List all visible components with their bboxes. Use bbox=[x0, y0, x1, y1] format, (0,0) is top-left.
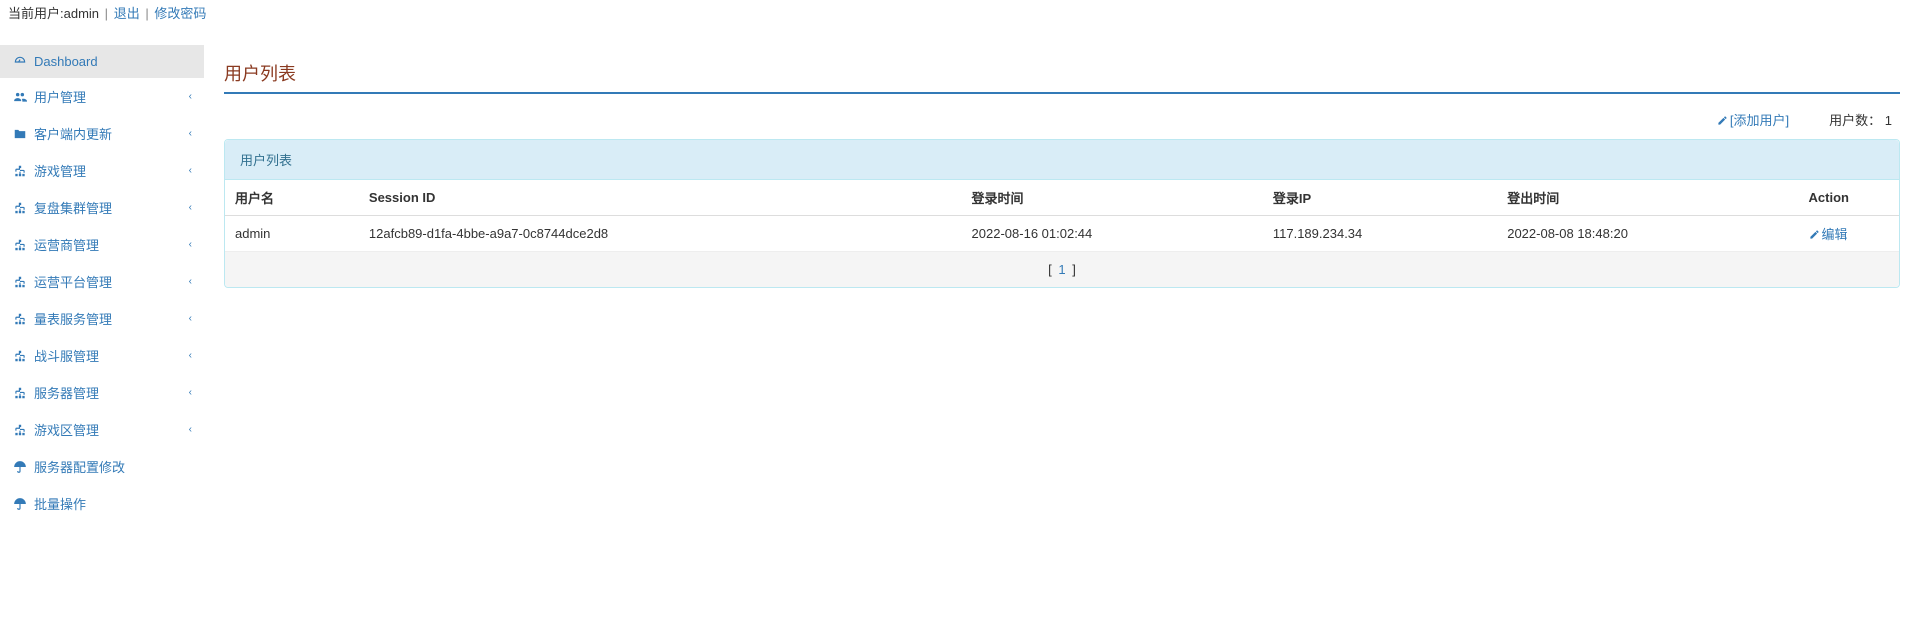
add-user-link[interactable]: [添加用户] bbox=[1717, 110, 1789, 129]
user-table: 用户名 Session ID 登录时间 登录IP 登出时间 Action adm… bbox=[225, 180, 1899, 252]
chevron-left-icon: ‹ bbox=[189, 387, 192, 398]
col-action: Action bbox=[1799, 180, 1899, 216]
chevron-left-icon: ‹ bbox=[189, 424, 192, 435]
sitemap-icon bbox=[12, 386, 28, 400]
chevron-left-icon: ‹ bbox=[189, 239, 192, 250]
sidebar-item-1[interactable]: 用户管理 ‹ bbox=[0, 78, 204, 115]
chevron-left-icon: ‹ bbox=[189, 202, 192, 213]
page-number[interactable]: 1 bbox=[1058, 262, 1065, 277]
sidebar-item-label: 量表服务管理 bbox=[34, 309, 112, 328]
sidebar-item-11[interactable]: 服务器配置修改 bbox=[0, 448, 204, 485]
toolbar: [添加用户] 用户数： 1 bbox=[224, 106, 1900, 133]
panel-heading: 用户列表 bbox=[225, 140, 1899, 180]
col-login-time: 登录时间 bbox=[962, 180, 1263, 216]
col-logout-time: 登出时间 bbox=[1497, 180, 1798, 216]
current-user-label: 当前用户: bbox=[8, 6, 64, 21]
user-count-value: 1 bbox=[1885, 113, 1892, 128]
chevron-left-icon: ‹ bbox=[189, 91, 192, 102]
sidebar-item-10[interactable]: 游戏区管理 ‹ bbox=[0, 411, 204, 448]
user-list-panel: 用户列表 用户名 Session ID 登录时间 登录IP 登出时间 Actio… bbox=[224, 139, 1900, 288]
sidebar-item-label: 服务器配置修改 bbox=[34, 457, 125, 476]
col-session-id: Session ID bbox=[359, 180, 962, 216]
sidebar-item-7[interactable]: 量表服务管理 ‹ bbox=[0, 300, 204, 337]
sidebar-item-9[interactable]: 服务器管理 ‹ bbox=[0, 374, 204, 411]
sidebar-item-12[interactable]: 批量操作 bbox=[0, 485, 204, 522]
sidebar-item-0[interactable]: Dashboard bbox=[0, 45, 204, 78]
sidebar-item-label: 客户端内更新 bbox=[34, 124, 112, 143]
sidebar: Dashboard用户管理‹客户端内更新‹游戏管理‹复盘集群管理‹运营商管理‹运… bbox=[0, 45, 204, 522]
folder-icon bbox=[12, 127, 28, 141]
chevron-left-icon: ‹ bbox=[189, 165, 192, 176]
sitemap-icon bbox=[12, 349, 28, 363]
current-user-value: admin bbox=[64, 6, 99, 21]
chevron-left-icon: ‹ bbox=[189, 276, 192, 287]
cell-username: admin bbox=[225, 216, 359, 252]
edit-icon bbox=[1717, 115, 1728, 126]
umbrella-icon bbox=[12, 460, 28, 474]
sidebar-item-label: Dashboard bbox=[34, 54, 98, 69]
cell-action: 编辑 bbox=[1799, 216, 1899, 252]
sidebar-item-label: 用户管理 bbox=[34, 87, 86, 106]
sidebar-item-5[interactable]: 运营商管理 ‹ bbox=[0, 226, 204, 263]
users-icon bbox=[12, 90, 28, 104]
col-username: 用户名 bbox=[225, 180, 359, 216]
sidebar-item-3[interactable]: 游戏管理 ‹ bbox=[0, 152, 204, 189]
sitemap-icon bbox=[12, 201, 28, 215]
change-password-link[interactable]: 修改密码 bbox=[154, 6, 206, 21]
sidebar-item-2[interactable]: 客户端内更新 ‹ bbox=[0, 115, 204, 152]
sidebar-item-label: 游戏管理 bbox=[34, 161, 86, 180]
top-bar: 当前用户:admin | 退出 | 修改密码 bbox=[0, 0, 1920, 25]
sidebar-item-label: 战斗服管理 bbox=[34, 346, 99, 365]
sitemap-icon bbox=[12, 312, 28, 326]
pagination: [ 1 ] bbox=[225, 252, 1899, 287]
sitemap-icon bbox=[12, 164, 28, 178]
sitemap-icon bbox=[12, 423, 28, 437]
cell-session_id: 12afcb89-d1fa-4bbe-a9a7-0c8744dce2d8 bbox=[359, 216, 962, 252]
sitemap-icon bbox=[12, 275, 28, 289]
sidebar-item-4[interactable]: 复盘集群管理 ‹ bbox=[0, 189, 204, 226]
add-user-label: [添加用户] bbox=[1730, 113, 1789, 128]
sidebar-item-label: 游戏区管理 bbox=[34, 420, 99, 439]
col-login-ip: 登录IP bbox=[1263, 180, 1497, 216]
sidebar-item-8[interactable]: 战斗服管理 ‹ bbox=[0, 337, 204, 374]
page-title: 用户列表 bbox=[224, 60, 1900, 94]
chevron-left-icon: ‹ bbox=[189, 128, 192, 139]
sitemap-icon bbox=[12, 238, 28, 252]
sidebar-item-label: 批量操作 bbox=[34, 494, 86, 513]
umbrella-icon bbox=[12, 497, 28, 511]
sidebar-item-6[interactable]: 运营平台管理 ‹ bbox=[0, 263, 204, 300]
cell-logout_time: 2022-08-08 18:48:20 bbox=[1497, 216, 1798, 252]
dashboard-icon bbox=[12, 55, 28, 69]
main-content: 用户列表 [添加用户] 用户数： 1 用户列表 用户名 Session ID bbox=[204, 45, 1920, 522]
edit-icon bbox=[1809, 229, 1820, 240]
logout-link[interactable]: 退出 bbox=[114, 6, 140, 21]
cell-login_ip: 117.189.234.34 bbox=[1263, 216, 1497, 252]
edit-link[interactable]: 编辑 bbox=[1809, 227, 1848, 242]
sidebar-item-label: 运营商管理 bbox=[34, 235, 99, 254]
sidebar-item-label: 服务器管理 bbox=[34, 383, 99, 402]
chevron-left-icon: ‹ bbox=[189, 350, 192, 361]
table-header-row: 用户名 Session ID 登录时间 登录IP 登出时间 Action bbox=[225, 180, 1899, 216]
separator: | bbox=[145, 6, 148, 21]
separator: | bbox=[105, 6, 108, 21]
chevron-left-icon: ‹ bbox=[189, 313, 192, 324]
sidebar-item-label: 复盘集群管理 bbox=[34, 198, 112, 217]
user-count-label: 用户数： bbox=[1829, 113, 1881, 128]
table-row: admin12afcb89-d1fa-4bbe-a9a7-0c8744dce2d… bbox=[225, 216, 1899, 252]
sidebar-item-label: 运营平台管理 bbox=[34, 272, 112, 291]
cell-login_time: 2022-08-16 01:02:44 bbox=[962, 216, 1263, 252]
